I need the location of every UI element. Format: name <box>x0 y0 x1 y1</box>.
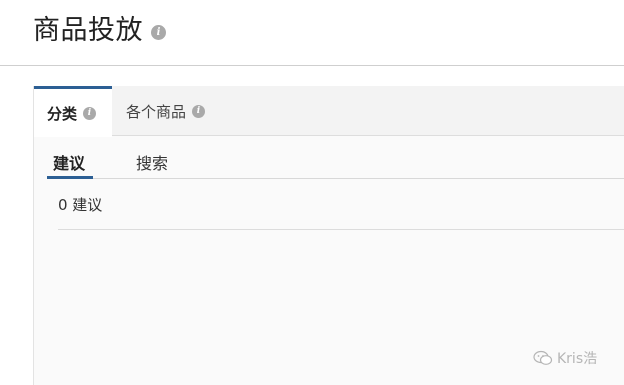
page: 商品投放 i 分类 i 各个商品 i 建议 搜索 0 建议 Kris浩 <box>0 0 624 385</box>
page-header: 商品投放 i <box>0 0 624 66</box>
watermark: Kris浩 <box>533 348 597 368</box>
targeting-panel: 分类 i 各个商品 i 建议 搜索 0 建议 <box>33 86 624 385</box>
header-divider <box>0 65 624 66</box>
watermark-text: Kris浩 <box>557 351 598 367</box>
tab-individual-products-info-icon[interactable]: i <box>192 104 206 118</box>
tab-individual-products[interactable]: 各个商品 i <box>126 86 206 136</box>
page-title: 商品投放 <box>33 15 143 46</box>
result-divider <box>58 229 624 230</box>
subtab-bar: 建议 搜索 <box>47 148 624 179</box>
wechat-icon <box>533 350 553 365</box>
tab-individual-products-label: 各个商品 <box>126 102 187 121</box>
tab-categories-label: 分类 <box>47 104 78 123</box>
tab-bar: 分类 i 各个商品 i <box>34 86 624 137</box>
suggestion-count: 0 建议 <box>58 196 103 214</box>
tab-categories[interactable]: 分类 i <box>34 86 112 137</box>
tab-categories-info-icon[interactable]: i <box>83 106 97 120</box>
title-info-icon[interactable]: i <box>151 25 166 40</box>
subtab-suggested[interactable]: 建议 <box>47 150 93 179</box>
subtab-search[interactable]: 搜索 <box>136 150 168 179</box>
